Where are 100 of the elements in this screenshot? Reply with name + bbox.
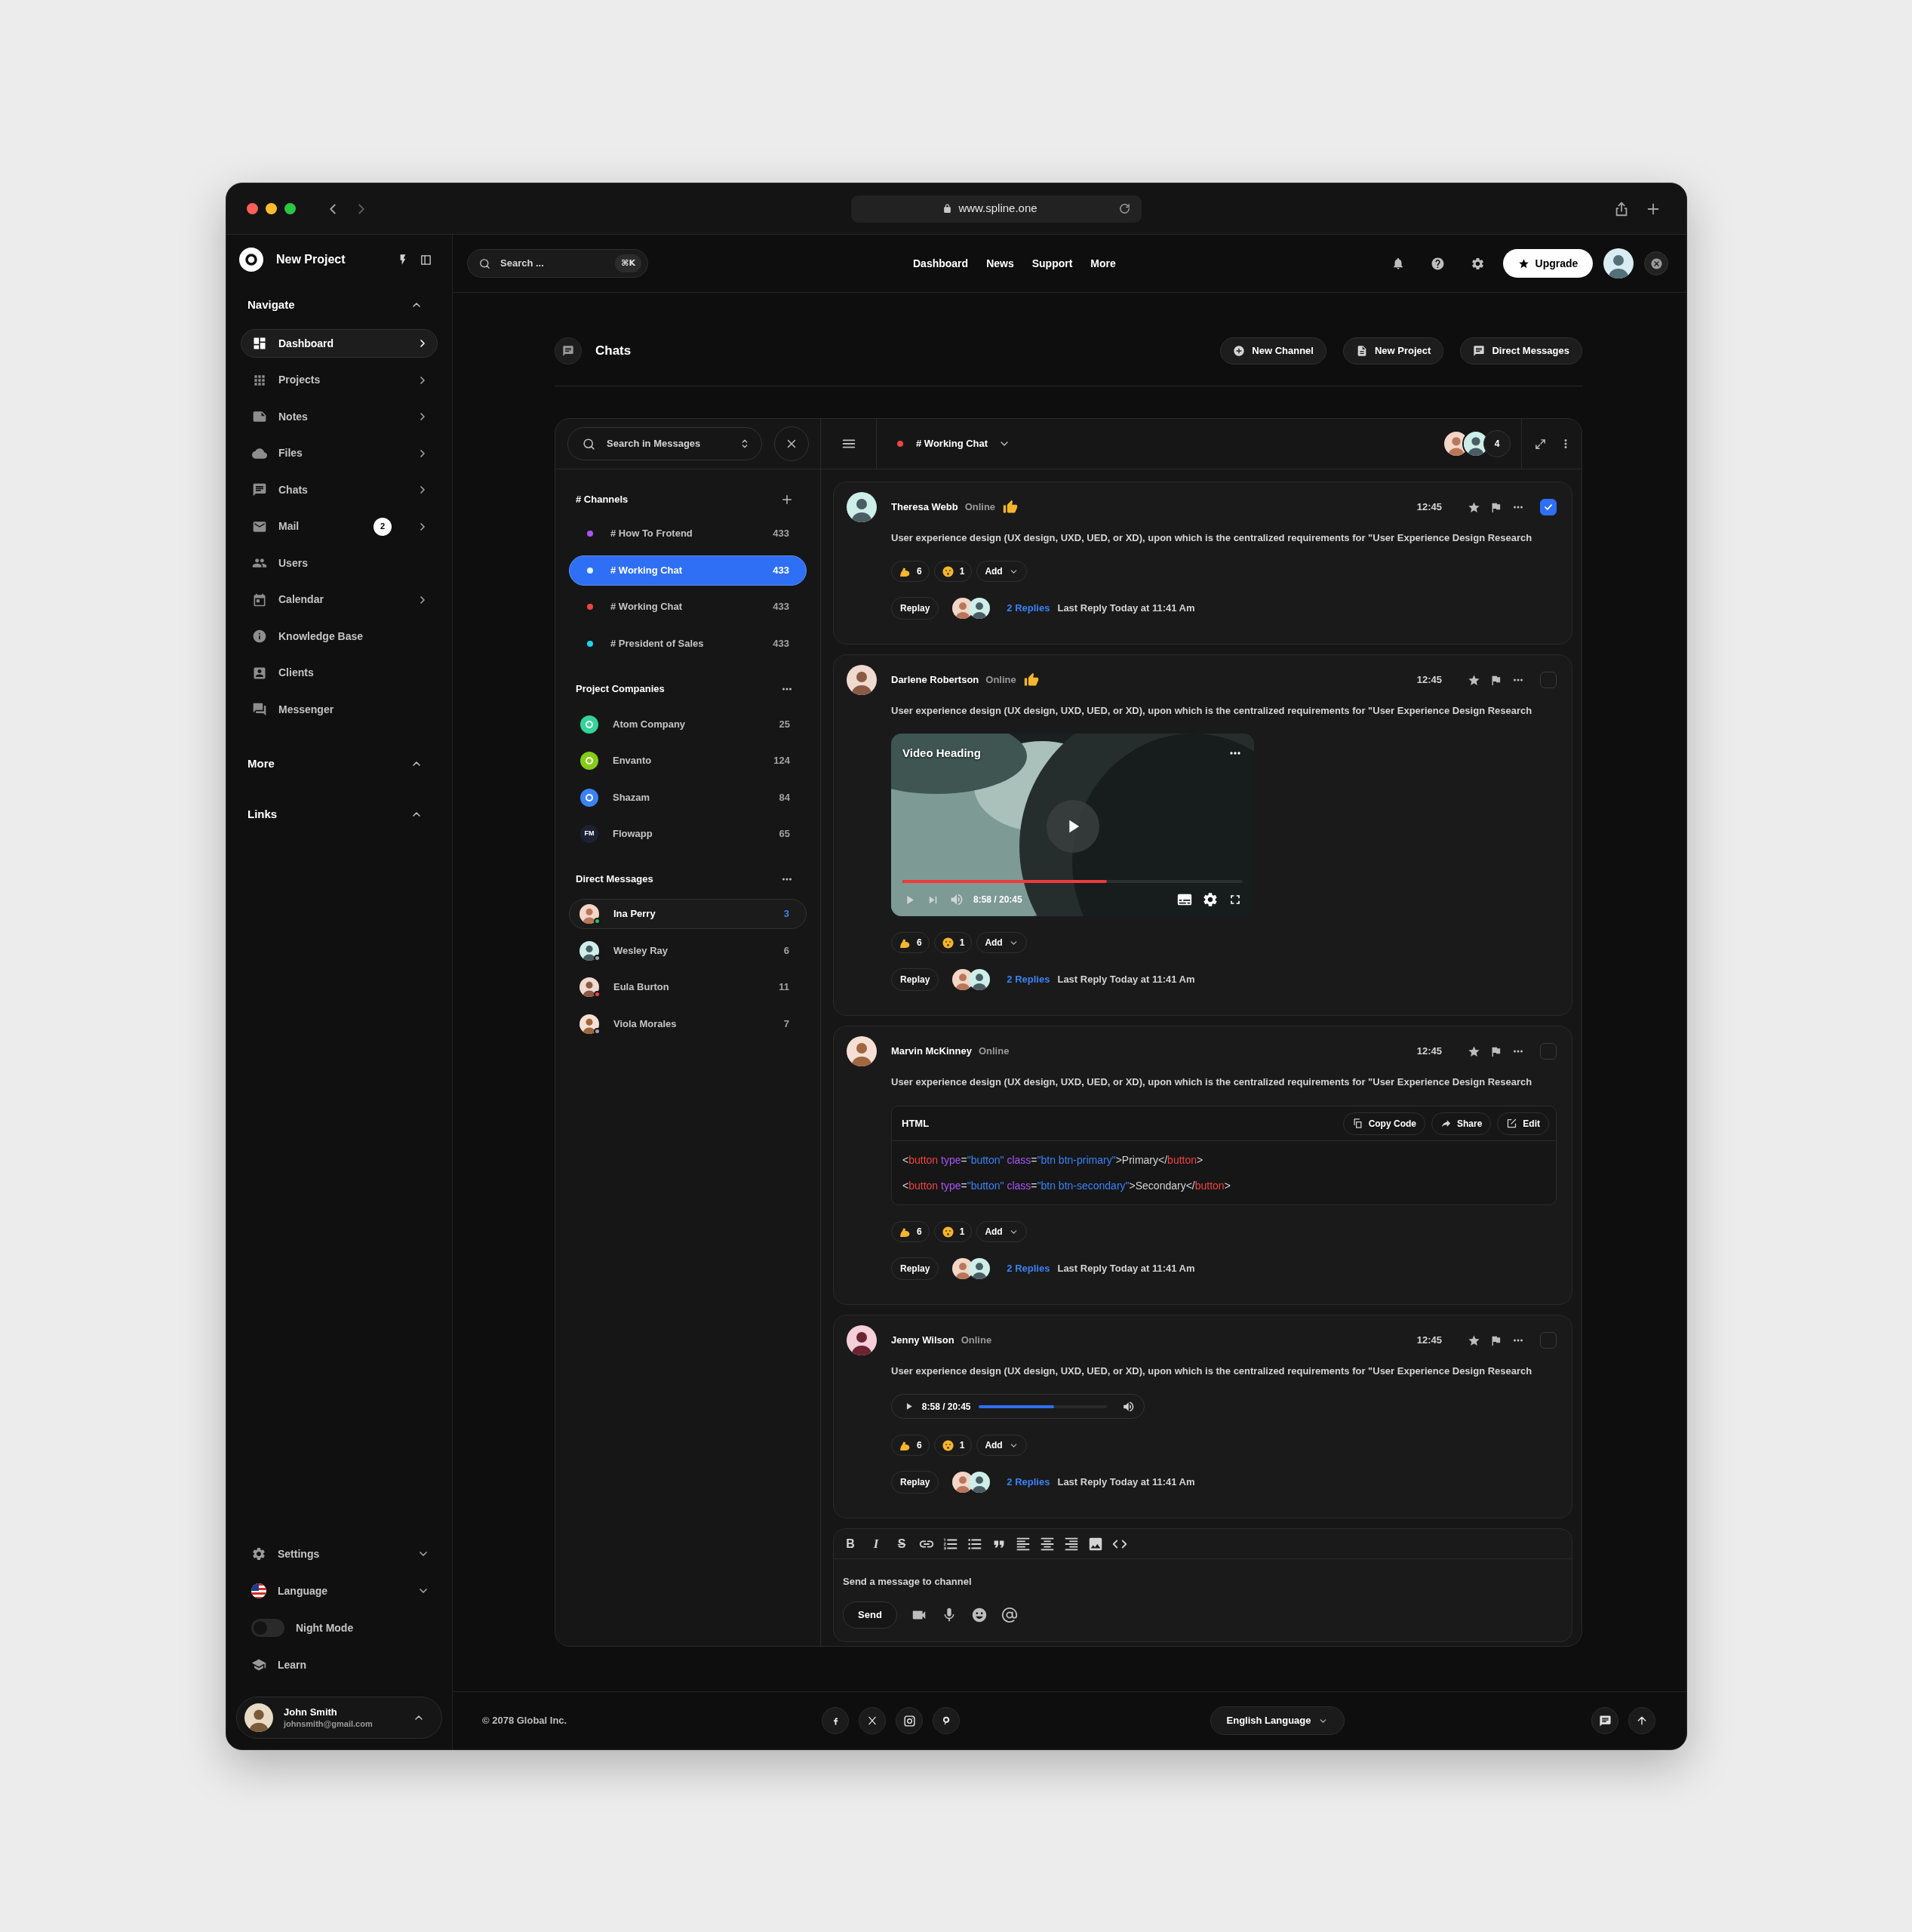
chat-button[interactable] (1591, 1707, 1618, 1734)
nav-link[interactable]: More (1090, 255, 1116, 272)
nav-item[interactable]: Chats (241, 475, 438, 504)
company-item[interactable]: Envanto 124 (569, 746, 807, 776)
status-text: Online (961, 1334, 992, 1348)
x-logo-icon (867, 1715, 878, 1726)
expand-icon[interactable] (1534, 437, 1547, 451)
settings-icon[interactable] (1471, 256, 1485, 271)
replies-link[interactable]: 2 Replies (1007, 601, 1050, 616)
bold-button[interactable]: B (841, 1534, 859, 1553)
channel-item[interactable]: # Working Chat 433 (569, 592, 807, 622)
nav-item[interactable]: Dashboard (241, 329, 438, 358)
nav-link[interactable]: Dashboard (913, 255, 969, 272)
contact-item[interactable]: Wesley Ray 6 (569, 935, 807, 966)
avatar (969, 1472, 991, 1493)
project-name: New Project (276, 252, 346, 267)
contact-item[interactable]: Viola Morales 7 (569, 1008, 807, 1039)
italic-button[interactable]: I (867, 1534, 885, 1553)
nav-link[interactable]: News (986, 255, 1014, 272)
social-button[interactable] (859, 1707, 886, 1734)
checkbox[interactable] (1540, 1332, 1557, 1349)
social-button[interactable] (896, 1707, 923, 1734)
code-language: HTML (902, 1116, 930, 1131)
nav-item[interactable]: Notes (241, 402, 438, 431)
action-button[interactable]: Direct Messages (1460, 337, 1582, 365)
nav-item[interactable]: Mail 2 (241, 512, 438, 541)
nav-link[interactable]: Support (1031, 255, 1073, 272)
message-text: User experience design (UX design, UXD, UED, or XD), upon which is the centralized requirements for "User Experience Design Research (891, 531, 1533, 545)
search-input[interactable]: Search in Messages (607, 436, 728, 451)
settings-icon[interactable] (1202, 891, 1219, 908)
checkbox[interactable] (1540, 672, 1557, 688)
strikethrough-button[interactable]: S (893, 1534, 911, 1553)
language-selector[interactable]: English Language (1210, 1706, 1345, 1735)
avatar (847, 1036, 877, 1066)
scroll-top-button[interactable] (1628, 1707, 1655, 1734)
reload-icon[interactable] (1118, 202, 1131, 215)
contact-item[interactable]: Eula Burton 11 (569, 972, 807, 1002)
status-text: Online (964, 500, 996, 515)
nav-item[interactable]: Messenger (241, 695, 438, 724)
nav-item[interactable]: Users (241, 549, 438, 577)
action-button[interactable]: New Channel (1220, 337, 1326, 365)
nav-item[interactable]: Files (241, 438, 438, 468)
us-flag-icon (251, 1583, 266, 1598)
channel-selector[interactable]: # Working Chat (916, 436, 1011, 451)
avatar (579, 1014, 599, 1034)
status-text: Online (985, 673, 1016, 688)
star-icon[interactable] (1468, 500, 1480, 514)
copy-icon (1351, 1118, 1363, 1129)
company-item[interactable]: Shazam 84 (569, 782, 807, 813)
nav-item[interactable]: Knowledge Base (241, 622, 438, 651)
avatar (579, 977, 599, 997)
company-item[interactable]: Atom Company 25 (569, 709, 807, 740)
surprised-face-icon (941, 936, 954, 949)
list-heading: # Channels (576, 493, 629, 507)
search-field[interactable]: Search ... ⌘K (467, 249, 648, 278)
sidebar-toggle-icon[interactable] (420, 253, 432, 266)
progress-track[interactable] (978, 1404, 1107, 1408)
notifications-icon[interactable] (1391, 257, 1405, 270)
nav-item[interactable]: Projects (241, 365, 438, 395)
close-button[interactable] (1644, 251, 1668, 275)
message-input[interactable]: Send a message to channel (843, 1574, 1563, 1589)
channel-item[interactable]: # Working Chat 433 (569, 555, 807, 586)
menu-item[interactable]: Language (241, 1577, 438, 1605)
nav-item[interactable]: Calendar (241, 585, 438, 614)
toggle-switch[interactable] (251, 1619, 284, 1637)
company-item[interactable]: FM Flowapp 65 (569, 819, 807, 849)
star-icon[interactable] (1468, 673, 1480, 687)
send-button[interactable]: Send (843, 1601, 897, 1629)
arrow-up-icon (1636, 1715, 1648, 1727)
section-title: Navigate (247, 297, 295, 312)
video-player[interactable]: Video Heading 8:58 / 20:45 (891, 734, 1254, 916)
channel-item[interactable]: # How To Frotend 433 (569, 518, 807, 549)
nav-item[interactable]: Clients (241, 658, 438, 688)
member-count[interactable]: 4 (1483, 430, 1511, 457)
help-icon[interactable] (1431, 256, 1445, 271)
search-input[interactable]: Search ... (500, 256, 607, 271)
replies-link[interactable]: 2 Replies (1007, 972, 1050, 987)
address-bar[interactable]: www.spline.one (851, 195, 1142, 223)
emoji-icon[interactable] (971, 1607, 988, 1623)
channel-item[interactable]: # President of Sales 433 (569, 628, 807, 659)
menu-item[interactable]: Learn (241, 1651, 438, 1679)
social-button[interactable] (933, 1707, 960, 1734)
last-reply-text: Last Reply Today at 11:41 Am (1057, 973, 1195, 987)
checkbox[interactable] (1540, 499, 1557, 515)
checkbox[interactable] (1540, 1043, 1557, 1060)
settings-icon (251, 1546, 266, 1561)
user-card[interactable]: John Smith johnsmith@gmail.com (236, 1697, 442, 1739)
add-icon[interactable] (780, 493, 794, 506)
video-title: Video Heading (902, 745, 981, 761)
star-icon[interactable] (1468, 1044, 1480, 1058)
mention-icon[interactable] (1001, 1607, 1018, 1623)
action-button[interactable]: New Project (1342, 337, 1444, 365)
progress-track[interactable] (902, 880, 1243, 883)
star-icon[interactable] (1468, 1334, 1480, 1347)
menu-item[interactable]: Settings (241, 1540, 438, 1568)
replies-link[interactable]: 2 Replies (1007, 1475, 1050, 1490)
avatar (244, 1703, 273, 1732)
contact-item[interactable]: Ina Perry 3 (569, 899, 807, 929)
replies-link[interactable]: 2 Replies (1007, 1261, 1050, 1276)
upgrade-button[interactable]: Upgrade (1503, 249, 1593, 278)
